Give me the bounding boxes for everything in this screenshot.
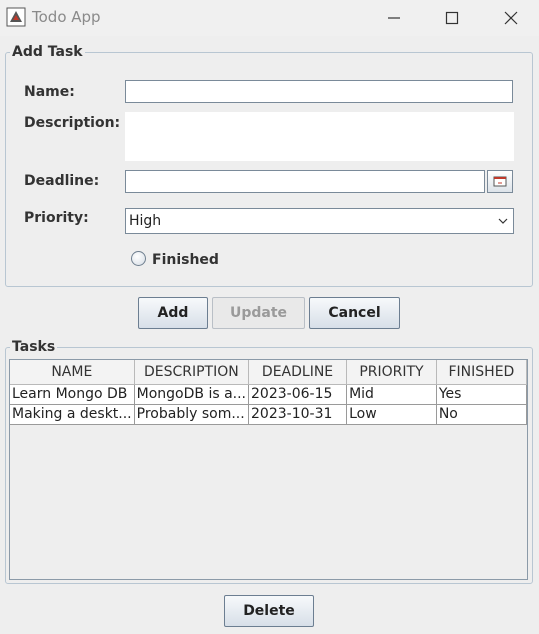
cell-priority[interactable]: Mid (346, 384, 437, 405)
java-cup-icon (6, 7, 26, 27)
title-bar: Todo App (0, 0, 539, 36)
delete-button[interactable]: Delete (224, 595, 314, 627)
add-task-legend: Add Task (12, 44, 83, 60)
calendar-icon (493, 176, 507, 187)
deadline-input[interactable] (125, 170, 485, 193)
cell-deadline[interactable]: 2023-10-31 (248, 404, 348, 425)
date-picker-button[interactable] (487, 170, 513, 193)
cell-description[interactable]: Probably som... (134, 404, 250, 425)
table-row[interactable]: Making a deskt... Probably som... 2023-1… (10, 404, 528, 425)
minimize-icon[interactable] (381, 5, 407, 31)
tasks-legend: Tasks (12, 339, 56, 355)
column-header-priority[interactable]: PRIORITY (346, 360, 437, 385)
priority-select[interactable]: High (125, 208, 514, 234)
deadline-label: Deadline: (24, 173, 100, 189)
name-input[interactable] (125, 80, 513, 103)
tasks-table: NAME DESCRIPTION DEADLINE PRIORITY FINIS… (10, 360, 528, 425)
cell-priority[interactable]: Low (346, 404, 437, 425)
add-button[interactable]: Add (138, 297, 208, 329)
column-header-finished[interactable]: FINISHED (436, 360, 528, 385)
chevron-down-icon (498, 218, 508, 224)
table-header-row: NAME DESCRIPTION DEADLINE PRIORITY FINIS… (10, 360, 528, 385)
description-textarea[interactable] (125, 112, 514, 161)
name-label: Name: (24, 84, 75, 100)
cell-name[interactable]: Making a deskt... (10, 404, 135, 425)
finished-radio[interactable] (131, 251, 146, 266)
tasks-table-viewport[interactable]: NAME DESCRIPTION DEADLINE PRIORITY FINIS… (9, 359, 528, 580)
close-icon[interactable] (498, 5, 524, 31)
cell-deadline[interactable]: 2023-06-15 (248, 384, 348, 405)
column-header-description[interactable]: DESCRIPTION (134, 360, 250, 385)
priority-selected-value: High (129, 213, 162, 229)
maximize-icon[interactable] (439, 5, 465, 31)
update-button[interactable]: Update (212, 297, 305, 329)
column-header-name[interactable]: NAME (10, 360, 135, 385)
cell-finished[interactable]: No (436, 404, 528, 425)
finished-label[interactable]: Finished (152, 252, 219, 268)
column-header-deadline[interactable]: DEADLINE (248, 360, 348, 385)
table-row[interactable]: Learn Mongo DB MongoDB is a... 2023-06-1… (10, 384, 528, 405)
cell-description[interactable]: MongoDB is a... (134, 384, 250, 405)
window-title: Todo App (32, 8, 101, 26)
description-label: Description: (24, 115, 121, 131)
priority-label: Priority: (24, 210, 89, 226)
cancel-button[interactable]: Cancel (309, 297, 400, 329)
cell-finished[interactable]: Yes (436, 384, 528, 405)
cell-name[interactable]: Learn Mongo DB (10, 384, 135, 405)
